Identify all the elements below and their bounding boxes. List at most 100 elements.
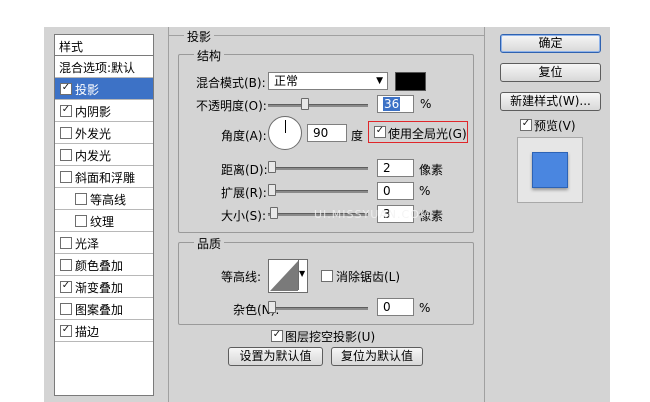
- style-list-checkbox[interactable]: ✓: [60, 104, 72, 117]
- layer-style-dialog: 样式 混合选项:默认 ✓ 投影 ✓ 内阴影 外发光 内发光 斜面和浮雕 等高线 纹理 光泽 颜色叠加 ✓…: [44, 27, 610, 402]
- distance-value: 2: [383, 161, 391, 175]
- opacity-slider[interactable]: [268, 104, 368, 107]
- style-list-item[interactable]: ✓ 渐变叠加: [55, 276, 153, 298]
- distance-slider[interactable]: [268, 167, 368, 170]
- angle-unit: 度: [351, 129, 364, 143]
- noise-slider[interactable]: [268, 307, 368, 310]
- style-list-item[interactable]: 图案叠加: [55, 298, 153, 320]
- spread-unit: %: [419, 184, 431, 198]
- style-list-item-label: 等高线: [90, 193, 127, 207]
- style-list-item-label: 混合选项:默认: [59, 61, 136, 75]
- style-list-checkbox[interactable]: [60, 237, 72, 249]
- blend-mode-value: 正常: [274, 74, 299, 88]
- new-style-button[interactable]: 新建样式(W)...: [500, 92, 601, 111]
- style-list-checkbox[interactable]: ✓: [60, 280, 72, 293]
- style-list-item[interactable]: 外发光: [55, 122, 153, 144]
- angle-label: 角度(A):: [221, 129, 267, 143]
- size-label: 大小(S):: [221, 209, 267, 223]
- distance-slider-thumb[interactable]: [268, 161, 276, 173]
- blend-mode-label: 混合模式(B):: [196, 76, 266, 90]
- distance-label: 距离(D):: [221, 163, 268, 177]
- spread-slider-thumb[interactable]: [268, 184, 276, 196]
- contour-preview-icon: [270, 261, 298, 291]
- preview-checkbox[interactable]: ✓: [520, 118, 532, 131]
- antialias-checkbox[interactable]: [321, 270, 333, 282]
- style-list: 样式 混合选项:默认 ✓ 投影 ✓ 内阴影 外发光 内发光 斜面和浮雕 等高线 纹理 光泽 颜色叠加 ✓…: [54, 34, 154, 396]
- spread-slider[interactable]: [268, 190, 368, 193]
- angle-value: 90: [313, 126, 329, 140]
- angle-dial-needle: [285, 120, 286, 133]
- style-list-header-label: 样式: [59, 40, 84, 54]
- spread-label: 扩展(R):: [221, 186, 267, 200]
- style-list-item-label: 描边: [75, 325, 100, 339]
- style-list-item[interactable]: 光泽: [55, 232, 153, 254]
- antialias-label: 消除锯齿(L): [336, 270, 401, 284]
- chevron-down-icon: ▼: [299, 269, 306, 278]
- style-list-checkbox[interactable]: [60, 303, 72, 315]
- knockout-checkbox[interactable]: ✓: [271, 329, 283, 342]
- style-list-checkbox[interactable]: [75, 193, 87, 205]
- style-list-checkbox[interactable]: [60, 149, 72, 161]
- checkmark-icon: ✓: [61, 280, 71, 291]
- reset-button[interactable]: 复位: [500, 63, 601, 82]
- style-list-item-label: 内发光: [75, 149, 112, 163]
- opacity-unit: %: [420, 97, 432, 111]
- style-list-checkbox[interactable]: ✓: [60, 324, 72, 337]
- contour-picker[interactable]: ▼: [268, 259, 308, 293]
- global-light-label: 使用全局光(G): [388, 127, 467, 141]
- style-list-item[interactable]: 斜面和浮雕: [55, 166, 153, 188]
- global-light-checkbox[interactable]: ✓: [374, 125, 386, 138]
- checkmark-icon: ✓: [272, 329, 282, 340]
- checkmark-icon: ✓: [61, 104, 71, 115]
- style-list-item-label: 外发光: [75, 127, 112, 141]
- noise-slider-thumb[interactable]: [268, 301, 276, 313]
- style-list-item[interactable]: 等高线: [55, 188, 153, 210]
- style-list-checkbox[interactable]: [60, 171, 72, 183]
- style-list-item-label: 斜面和浮雕: [75, 171, 136, 185]
- checkmark-icon: ✓: [61, 324, 71, 335]
- angle-input[interactable]: 90: [307, 124, 347, 142]
- size-slider-thumb[interactable]: [270, 207, 278, 219]
- checkmark-icon: ✓: [375, 125, 385, 136]
- style-list-checkbox[interactable]: ✓: [60, 82, 72, 95]
- style-list-item[interactable]: ✓ 内阴影: [55, 100, 153, 122]
- style-list-item[interactable]: 混合选项:默认: [55, 56, 153, 78]
- style-list-item[interactable]: ✓ 投影: [55, 78, 153, 100]
- reset-default-button[interactable]: 复位为默认值: [331, 347, 423, 366]
- style-list-checkbox[interactable]: [60, 259, 72, 271]
- preview-swatch: [532, 152, 568, 188]
- noise-input[interactable]: 0: [377, 298, 414, 316]
- style-list-item[interactable]: 内发光: [55, 144, 153, 166]
- style-list-checkbox[interactable]: [60, 127, 72, 139]
- spread-input[interactable]: 0: [377, 182, 414, 200]
- style-list-item-label: 渐变叠加: [75, 281, 124, 295]
- style-list-item[interactable]: 纹理: [55, 210, 153, 232]
- structure-group-title: 结构: [194, 47, 225, 64]
- style-list-checkbox[interactable]: [75, 215, 87, 227]
- style-list-item-label: 内阴影: [75, 105, 112, 119]
- panel-right-border: [484, 27, 485, 402]
- opacity-value: 36: [383, 97, 401, 111]
- angle-dial[interactable]: [268, 116, 302, 150]
- style-list-item[interactable]: 颜色叠加: [55, 254, 153, 276]
- ok-button[interactable]: 确定: [500, 34, 601, 53]
- preview-label: 预览(V): [534, 119, 576, 133]
- style-list-header: 样式: [55, 35, 153, 56]
- checkmark-icon: ✓: [521, 118, 531, 129]
- panel-top-border: [168, 35, 485, 36]
- opacity-label: 不透明度(O):: [196, 99, 267, 113]
- spread-value: 0: [383, 184, 391, 198]
- style-list-item-label: 图案叠加: [75, 303, 124, 317]
- blend-mode-select[interactable]: 正常 ▼: [268, 72, 388, 90]
- style-list-item-label: 纹理: [90, 215, 115, 229]
- watermark: UI.MISSYUAN.COM: [314, 208, 431, 221]
- distance-unit: 像素: [419, 163, 444, 177]
- noise-unit: %: [419, 301, 431, 315]
- style-list-item[interactable]: ✓ 描边: [55, 320, 153, 342]
- make-default-button[interactable]: 设置为默认值: [228, 347, 323, 366]
- shadow-color-swatch[interactable]: [395, 72, 426, 91]
- checkmark-icon: ✓: [61, 82, 71, 93]
- distance-input[interactable]: 2: [377, 159, 414, 177]
- opacity-slider-thumb[interactable]: [301, 98, 309, 110]
- opacity-input[interactable]: 36: [377, 95, 414, 113]
